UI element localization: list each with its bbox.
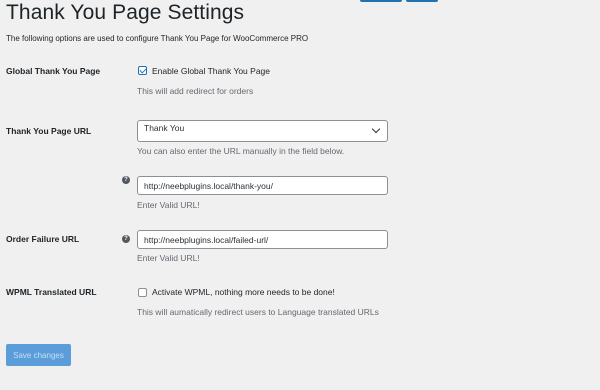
thank-you-url-description: Enter Valid URL! [137,200,200,210]
global-thank-you-label: Global Thank You Page [6,66,101,76]
global-thank-you-description: This will add redirect for orders [137,86,254,96]
help-icon[interactable]: ? [122,176,130,184]
thank-you-page-select[interactable]: Thank You [137,120,388,142]
thank-you-select-description: You can also enter the URL manually in t… [137,146,345,156]
activate-wpml-label[interactable]: Activate WPML, nothing more needs to be … [152,287,335,297]
top-secondary-button[interactable] [406,0,438,2]
activate-wpml-checkbox[interactable] [138,288,147,297]
order-failure-url-label: Order Failure URL [6,234,80,244]
chevron-down-icon [371,124,381,134]
thank-you-url-input[interactable] [137,176,388,195]
wpml-description: This will aumatically redirect users to … [137,307,379,317]
order-failure-url-description: Enter Valid URL! [137,253,200,263]
page-title: Thank You Page Settings [6,1,245,24]
enable-global-thank-you-checkbox[interactable] [138,66,147,75]
help-icon[interactable]: ? [122,235,130,243]
page-subtitle: The following options are used to config… [6,34,309,43]
save-changes-button[interactable]: Save changes [6,344,71,366]
thank-you-url-label: Thank You Page URL [6,126,92,136]
enable-global-thank-you-label[interactable]: Enable Global Thank You Page [152,66,270,76]
order-failure-url-input[interactable] [137,230,388,249]
top-action-button[interactable] [360,0,402,2]
wpml-translated-url-label: WPML Translated URL [6,287,97,297]
settings-page: Thank You Page Settings The following op… [0,0,600,390]
thank-you-page-select-value: Thank You [144,123,185,133]
